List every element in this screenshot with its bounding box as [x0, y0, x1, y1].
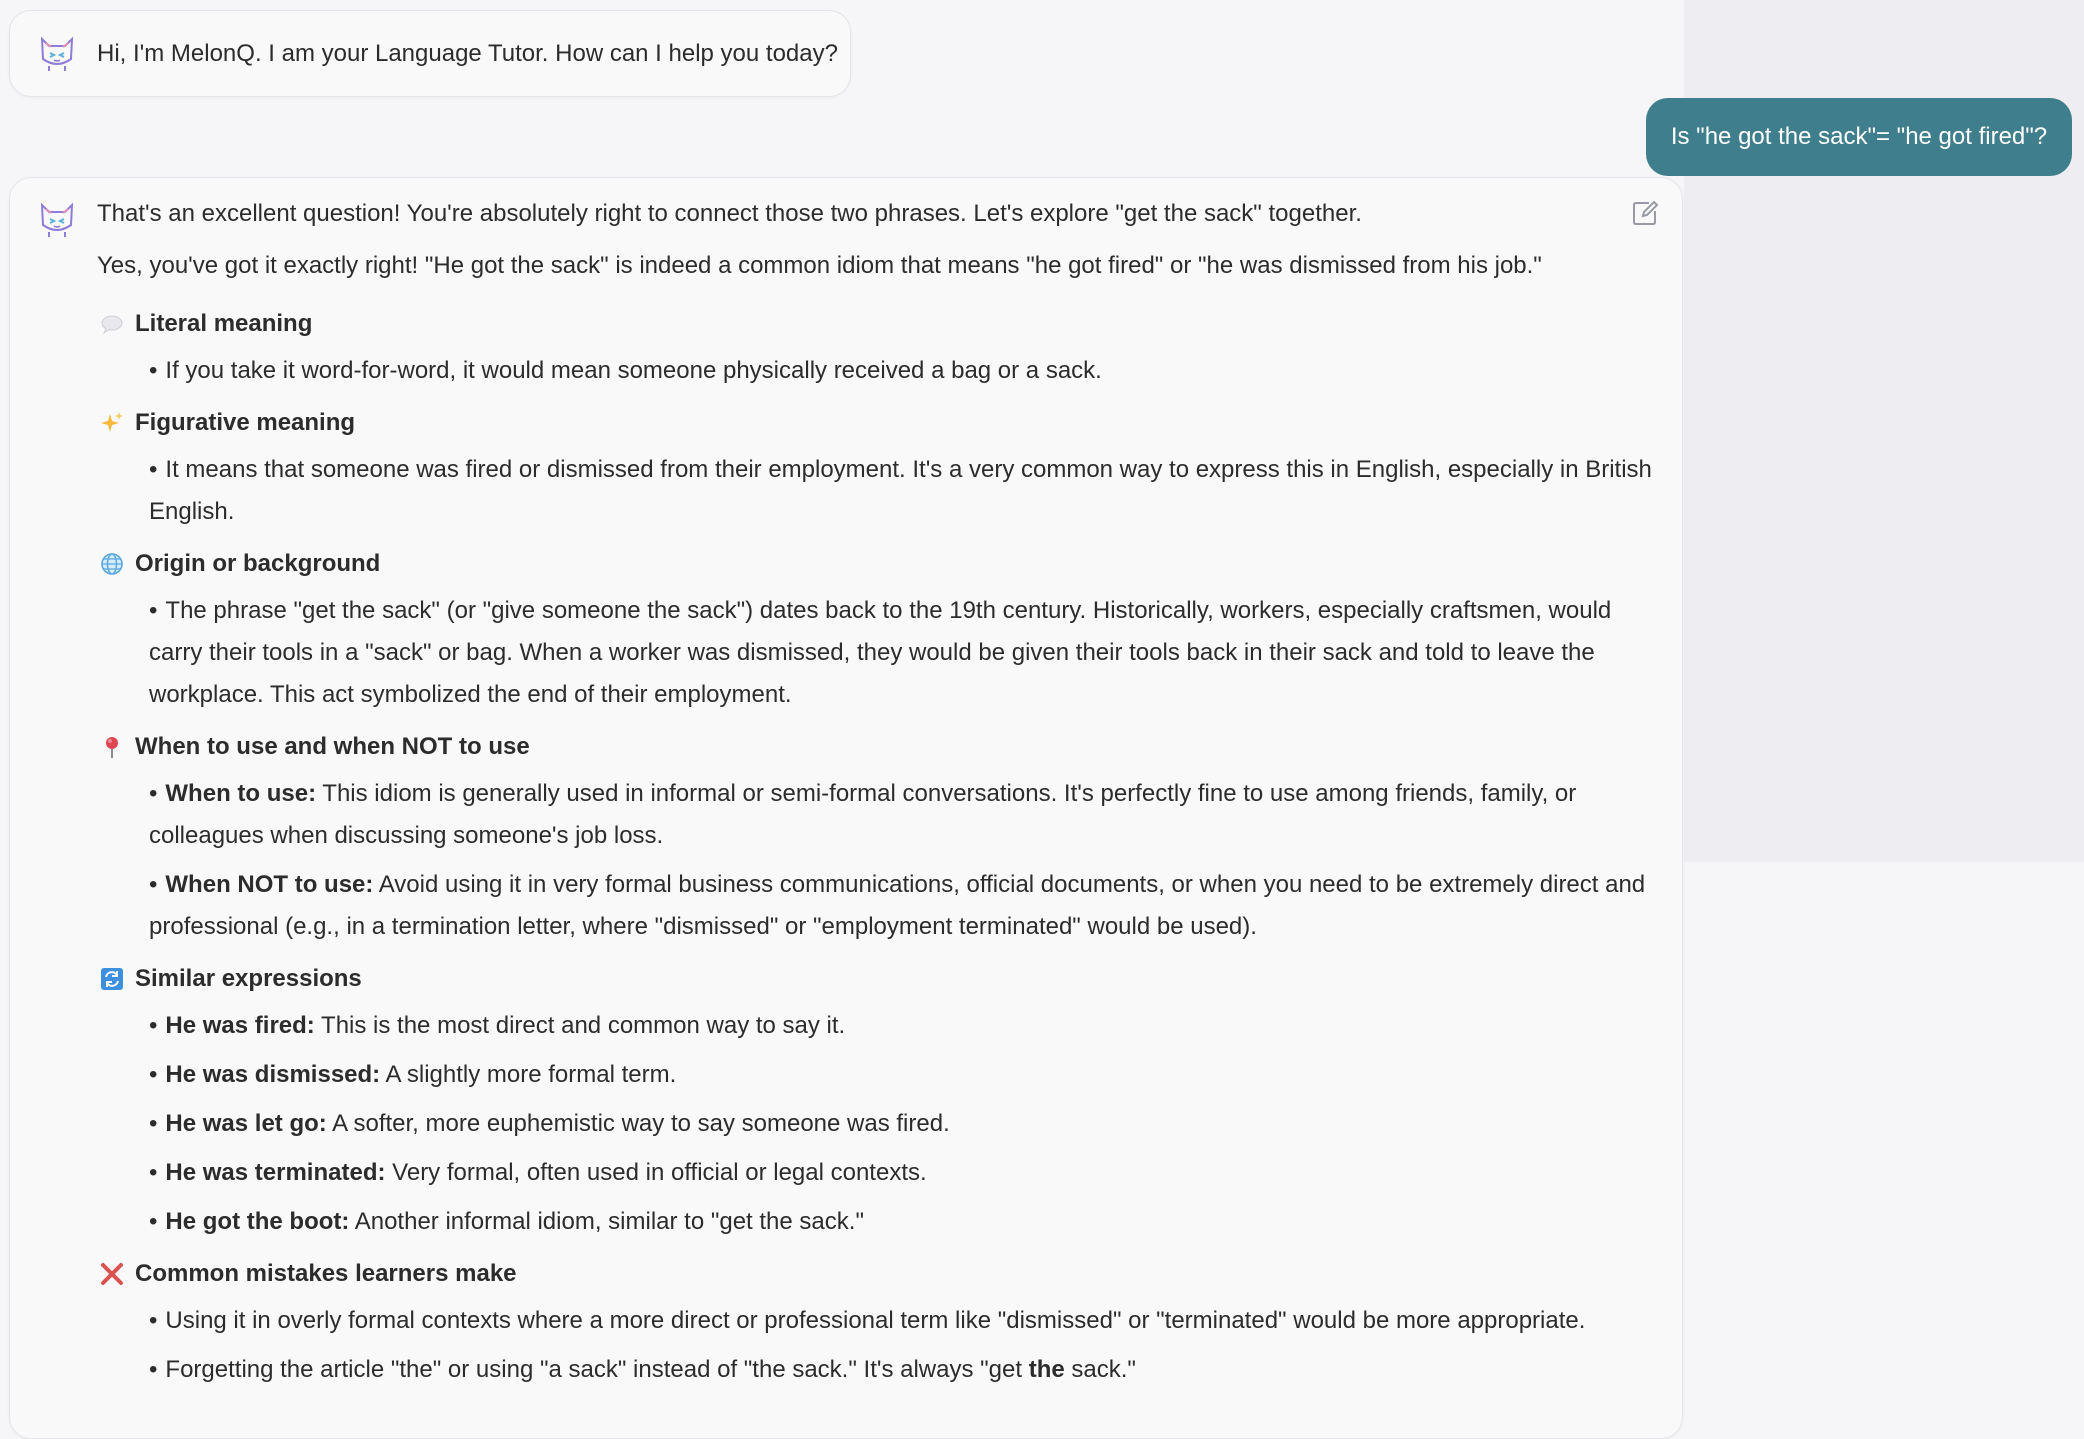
bullet-text: The phrase "get the sack" (or "give some…: [149, 597, 1612, 708]
bullet-text: A slightly more formal term.: [385, 1061, 677, 1088]
cross-mark-icon: [99, 1261, 125, 1287]
bullet-label: When to use:: [165, 780, 317, 807]
bullet-label: He got the boot:: [165, 1208, 350, 1235]
pushpin-icon: [99, 734, 125, 760]
section-common-mistakes: Common mistakes learners make: [97, 1251, 1657, 1297]
list-item: • When to use: This idiom is generally us…: [149, 780, 1577, 849]
globe-icon: [99, 551, 125, 577]
section-title: Similar expressions: [135, 965, 362, 992]
section-origin: Origin or background: [97, 541, 1657, 587]
list-item: • If you take it word-for-word, it would …: [149, 357, 1102, 384]
bullet-label: When NOT to use:: [165, 871, 374, 898]
assistant-answer-message: That's an excellent question! You're abs…: [9, 177, 1683, 1439]
section-title: Common mistakes learners make: [135, 1260, 517, 1287]
bullet-text: Forgetting the article "the" or using "a…: [165, 1356, 1029, 1383]
section-title: Figurative meaning: [135, 409, 356, 436]
list-item: • The phrase "get the sack" (or "give som…: [149, 597, 1612, 708]
repeat-icon: [99, 966, 125, 992]
section-title: When to use and when NOT to use: [135, 733, 530, 760]
list-item: • He got the boot: Another informal idiom…: [149, 1208, 864, 1235]
speech-bubble-icon: [99, 311, 125, 337]
bullet-emphasis: the: [1028, 1356, 1065, 1383]
section-usage: When to use and when NOT to use: [97, 724, 1657, 770]
cat-face-icon: [37, 33, 77, 78]
section-title: Origin or background: [135, 550, 381, 577]
section-similar-expressions: Similar expressions: [97, 956, 1657, 1002]
bullet-text: This is the most direct and common way t…: [321, 1012, 846, 1039]
bullet-text: Another informal idiom, similar to "get …: [354, 1208, 864, 1235]
answer-confirm: Yes, you've got it exactly right! "He go…: [97, 252, 1542, 279]
bullet-text: sack.": [1064, 1356, 1136, 1383]
user-message-bubble: Is "he got the sack"= "he got fired"?: [1646, 98, 2072, 176]
bullet-label: He was let go:: [165, 1110, 327, 1137]
list-item: • It means that someone was fired or dism…: [149, 456, 1652, 525]
list-item: • He was terminated: Very formal, often u…: [149, 1159, 927, 1186]
greeting-text: Hi, I'm MelonQ. I am your Language Tutor…: [97, 40, 838, 67]
bullet-label: He was dismissed:: [165, 1061, 381, 1088]
list-item: • Using it in overly formal contexts wher…: [149, 1307, 1586, 1334]
list-item: • When NOT to use: Avoid using it in very…: [149, 871, 1646, 940]
answer-content: That's an excellent question! You're abs…: [97, 193, 1657, 1395]
assistant-greeting-message: Hi, I'm MelonQ. I am your Language Tutor…: [9, 10, 851, 97]
bullet-label: He was terminated:: [165, 1159, 386, 1186]
bullet-text: It means that someone was fired or dismi…: [149, 456, 1652, 525]
list-item: • He was let go: A softer, more euphemist…: [149, 1110, 950, 1137]
sparkles-icon: [99, 410, 125, 436]
bullet-text: Using it in overly formal contexts where…: [165, 1307, 1586, 1334]
bullet-text: This idiom is generally used in informal…: [149, 780, 1577, 849]
list-item: • Forgetting the article "the" or using "…: [149, 1356, 1136, 1383]
bullet-label: He was fired:: [165, 1012, 315, 1039]
section-figurative-meaning: Figurative meaning: [97, 400, 1657, 446]
section-literal-meaning: Literal meaning: [97, 301, 1657, 347]
list-item: • He was dismissed: A slightly more forma…: [149, 1061, 677, 1088]
bullet-text: Avoid using it in very formal business c…: [149, 871, 1646, 940]
section-title: Literal meaning: [135, 310, 313, 337]
cat-face-icon: [37, 199, 77, 244]
list-item: • He was fired: This is the most direct a…: [149, 1012, 846, 1039]
answer-intro: That's an excellent question! You're abs…: [97, 200, 1362, 227]
bullet-text: If you take it word-for-word, it would m…: [165, 357, 1102, 384]
bullet-text: A softer, more euphemistic way to say so…: [332, 1110, 950, 1137]
bullet-text: Very formal, often used in official or l…: [392, 1159, 927, 1186]
